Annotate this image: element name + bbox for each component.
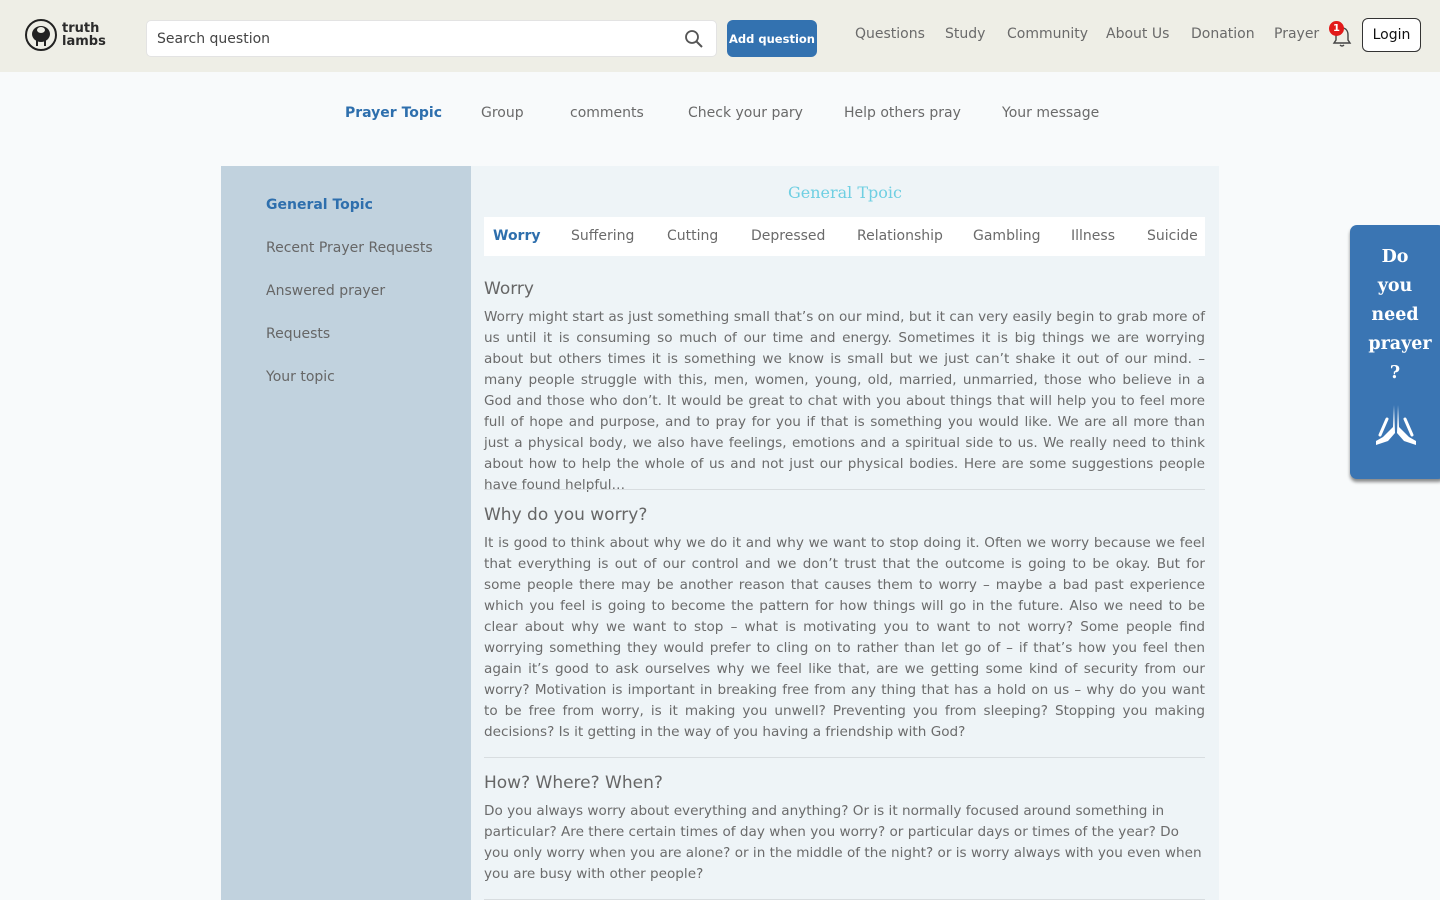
section-title: How? Where? When? (484, 773, 663, 793)
subnav-your-message[interactable]: Your message (1002, 105, 1099, 121)
topic-tabs: Worry Suffering Cutting Depressed Relati… (484, 217, 1205, 256)
content-title: General Tpoic (787, 183, 903, 202)
search-input[interactable] (157, 27, 677, 51)
sidebar: General Topic Recent Prayer Requests Ans… (221, 166, 471, 900)
tab-illness[interactable]: Illness (1071, 228, 1115, 244)
logo-text: truth lambs (62, 21, 106, 49)
tab-worry[interactable]: Worry (493, 228, 541, 244)
section-how-where-when: How? Where? When? Do you always worry ab… (484, 772, 1205, 885)
section-body: Do you always worry about everything and… (484, 803, 1202, 882)
subnav-comments[interactable]: comments (570, 105, 644, 121)
section-body: It is good to think about why we do it a… (484, 535, 1205, 740)
tab-relationship[interactable]: Relationship (857, 228, 943, 244)
praying-hands-icon (1376, 405, 1416, 445)
section-title: Worry (484, 279, 534, 299)
tab-gambling[interactable]: Gambling (973, 228, 1041, 244)
section-worry: Worry Worry might start as just somethin… (484, 278, 1205, 496)
login-button[interactable]: Login (1362, 18, 1421, 52)
section-why-worry: Why do you worry? It is good to think ab… (484, 504, 1205, 743)
tab-suffering[interactable]: Suffering (571, 228, 634, 244)
notification-badge: 1 (1329, 21, 1344, 36)
nav-about-us[interactable]: About Us (1106, 26, 1169, 42)
nav-community[interactable]: Community (1007, 26, 1088, 42)
nav-prayer[interactable]: Prayer (1274, 26, 1319, 42)
prayer-card-text: Do you need prayer ? (1368, 247, 1432, 383)
search-icon[interactable] (684, 29, 704, 49)
sheep-logo-icon (25, 19, 57, 51)
sidebar-item-recent-prayer-requests[interactable]: Recent Prayer Requests (266, 240, 433, 256)
section-body: Worry might start as just something smal… (484, 309, 1205, 493)
tab-suicide[interactable]: Suicide (1147, 228, 1198, 244)
subnav-prayer-topic[interactable]: Prayer Topic (345, 105, 442, 121)
prayer-request-card[interactable]: Do you need prayer ? (1350, 225, 1440, 479)
sidebar-item-answered-prayer[interactable]: Answered prayer (266, 283, 385, 299)
sidebar-item-requests[interactable]: Requests (266, 326, 330, 342)
nav-study[interactable]: Study (945, 26, 985, 42)
tab-cutting[interactable]: Cutting (667, 228, 718, 244)
tab-depressed[interactable]: Depressed (751, 228, 825, 244)
nav-donation[interactable]: Donation (1191, 26, 1255, 42)
add-question-button[interactable]: Add question (727, 20, 817, 57)
subnav-check-your-pray[interactable]: Check your pary (688, 105, 803, 121)
nav-questions[interactable]: Questions (855, 26, 925, 42)
divider (484, 757, 1205, 758)
main-content: General Tpoic Worry Suffering Cutting De… (471, 166, 1219, 900)
sidebar-item-your-topic[interactable]: Your topic (266, 369, 335, 385)
logo[interactable]: truth lambs (24, 18, 106, 52)
sidebar-item-general-topic[interactable]: General Topic (266, 197, 373, 213)
top-bar: truth lambs Add question Questions Study… (0, 0, 1440, 72)
section-title: Why do you worry? (484, 505, 648, 525)
divider (484, 489, 1205, 490)
subnav-group[interactable]: Group (481, 105, 524, 121)
subnav-help-others-pray[interactable]: Help others pray (844, 105, 961, 121)
search-box (146, 20, 717, 57)
